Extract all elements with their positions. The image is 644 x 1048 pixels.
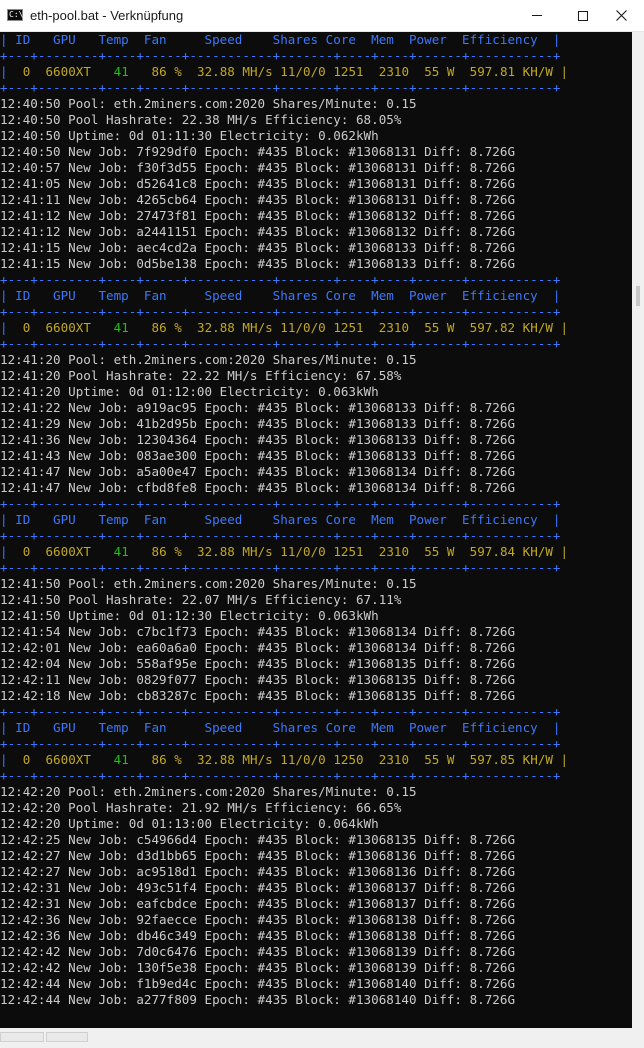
vertical-scrollbar[interactable] [632, 32, 644, 1028]
log-line: 12:41:47 New Job: a5a00e47 Epoch: #435 B… [0, 464, 516, 479]
close-icon [615, 10, 627, 21]
cmd-icon: C:\ [7, 9, 24, 21]
log-line: 12:40:50 Pool: eth.2miners.com:2020 Shar… [0, 96, 417, 111]
table-header-row: | ID GPU Temp Fan Speed Shares Core Mem … [0, 32, 561, 47]
log-line: 12:42:42 New Job: 7d0c6476 Epoch: #435 B… [0, 944, 516, 959]
table-separator: +---+--------+----+-----+-----------+---… [0, 560, 561, 575]
scroll-segment-left [0, 1032, 44, 1042]
table-separator: +---+--------+----+-----+-----------+---… [0, 496, 561, 511]
table-separator: +---+--------+----+-----+-----------+---… [0, 704, 561, 719]
log-line: 12:40:50 New Job: 7f929df0 Epoch: #435 B… [0, 144, 516, 159]
log-line: 12:41:12 New Job: a2441151 Epoch: #435 B… [0, 224, 516, 239]
gpu-name: 6600XT [45, 544, 91, 559]
table-separator: +---+--------+----+-----+-----------+---… [0, 48, 561, 63]
log-line: 12:41:15 New Job: aec4cd2a Epoch: #435 B… [0, 240, 516, 255]
scroll-segment-right [46, 1032, 88, 1042]
log-line: 12:41:05 New Job: d52641c8 Epoch: #435 B… [0, 176, 516, 191]
log-line: 12:42:44 New Job: f1b9ed4c Epoch: #435 B… [0, 976, 516, 991]
log-line: 12:42:44 New Job: a277f809 Epoch: #435 B… [0, 992, 516, 1007]
gpu-stats-row: | 0 6600XT 41 86 % 32.88 MH/s 11/0/0 125… [0, 544, 569, 559]
gpu-stats: 86 % 32.88 MH/s 11/0/0 1251 2310 55 W 59… [151, 64, 569, 79]
log-line: 12:41:29 New Job: 41b2d95b Epoch: #435 B… [0, 416, 516, 431]
table-header-row: | ID GPU Temp Fan Speed Shares Core Mem … [0, 512, 561, 527]
log-line: 12:42:20 Pool: eth.2miners.com:2020 Shar… [0, 784, 417, 799]
gpu-stats-row: | 0 6600XT 41 86 % 32.88 MH/s 11/0/0 125… [0, 64, 569, 79]
console-output[interactable]: | ID GPU Temp Fan Speed Shares Core Mem … [0, 32, 632, 1028]
log-line: 12:42:18 New Job: cb83287c Epoch: #435 B… [0, 688, 516, 703]
gpu-temp: 41 [113, 752, 129, 767]
log-line: 12:42:25 New Job: c54966d4 Epoch: #435 B… [0, 832, 516, 847]
log-line: 12:41:50 Uptime: 0d 01:12:30 Electricity… [0, 608, 379, 623]
gpu-temp: 41 [113, 320, 129, 335]
minimize-button[interactable] [514, 0, 560, 31]
table-separator: +---+--------+----+-----+-----------+---… [0, 768, 561, 783]
log-line: 12:41:12 New Job: 27473f81 Epoch: #435 B… [0, 208, 516, 223]
window-title: eth-pool.bat - Verknüpfung [30, 8, 184, 23]
log-line: 12:41:20 Pool Hashrate: 22.22 MH/s Effic… [0, 368, 402, 383]
table-header-row: | ID GPU Temp Fan Speed Shares Core Mem … [0, 720, 561, 735]
gpu-stats: 86 % 32.88 MH/s 11/0/0 1250 2310 55 W 59… [151, 752, 569, 767]
table-separator: +---+--------+----+-----+-----------+---… [0, 528, 561, 543]
log-line: 12:41:50 Pool Hashrate: 22.07 MH/s Effic… [0, 592, 402, 607]
log-line: 12:42:27 New Job: ac9518d1 Epoch: #435 B… [0, 864, 516, 879]
log-line: 12:42:31 New Job: 493c51f4 Epoch: #435 B… [0, 880, 516, 895]
gpu-stats: 86 % 32.88 MH/s 11/0/0 1251 2310 55 W 59… [151, 544, 569, 559]
gpu-stats-row: | 0 6600XT 41 86 % 32.88 MH/s 11/0/0 125… [0, 752, 569, 767]
gpu-name: 6600XT [45, 64, 91, 79]
log-line: 12:42:01 New Job: ea60a6a0 Epoch: #435 B… [0, 640, 516, 655]
log-line: 12:42:36 New Job: 92faecce Epoch: #435 B… [0, 912, 516, 927]
gpu-temp: 41 [113, 544, 129, 559]
gpu-temp: 41 [113, 64, 129, 79]
minimize-icon [532, 15, 542, 16]
log-line: 12:41:15 New Job: 0d5be138 Epoch: #435 B… [0, 256, 516, 271]
table-separator: +---+--------+----+-----+-----------+---… [0, 336, 561, 351]
title-bar[interactable]: C:\ eth-pool.bat - Verknüpfung [0, 0, 644, 32]
log-line: 12:40:57 New Job: f30f3d55 Epoch: #435 B… [0, 160, 516, 175]
gpu-name: 6600XT [45, 752, 91, 767]
scrollbar-thumb[interactable] [636, 286, 640, 306]
log-line: 12:42:20 Pool Hashrate: 21.92 MH/s Effic… [0, 800, 402, 815]
maximize-icon [578, 10, 588, 21]
log-line: 12:41:20 Uptime: 0d 01:12:00 Electricity… [0, 384, 379, 399]
log-line: 12:42:04 New Job: 558af95e Epoch: #435 B… [0, 656, 516, 671]
log-line: 12:42:11 New Job: 0829f077 Epoch: #435 B… [0, 672, 516, 687]
log-line: 12:41:22 New Job: a919ac95 Epoch: #435 B… [0, 400, 516, 415]
log-line: 12:40:50 Pool Hashrate: 22.38 MH/s Effic… [0, 112, 402, 127]
horizontal-scrollbar[interactable] [0, 1028, 644, 1048]
gpu-stats: 86 % 32.88 MH/s 11/0/0 1251 2310 55 W 59… [151, 320, 569, 335]
log-line: 12:42:27 New Job: d3d1bb65 Epoch: #435 B… [0, 848, 516, 863]
log-line: 12:42:42 New Job: 130f5e38 Epoch: #435 B… [0, 960, 516, 975]
console-lines: | ID GPU Temp Fan Speed Shares Core Mem … [0, 32, 568, 1008]
log-line: 12:41:36 New Job: 12304364 Epoch: #435 B… [0, 432, 516, 447]
table-separator: +---+--------+----+-----+-----------+---… [0, 304, 561, 319]
table-separator: +---+--------+----+-----+-----------+---… [0, 272, 561, 287]
close-button[interactable] [598, 0, 644, 31]
table-header-row: | ID GPU Temp Fan Speed Shares Core Mem … [0, 288, 561, 303]
console-window: C:\ eth-pool.bat - Verknüpfung | ID GPU … [0, 0, 644, 1048]
log-line: 12:41:50 Pool: eth.2miners.com:2020 Shar… [0, 576, 417, 591]
log-line: 12:41:20 Pool: eth.2miners.com:2020 Shar… [0, 352, 417, 367]
table-separator: +---+--------+----+-----+-----------+---… [0, 736, 561, 751]
log-line: 12:42:31 New Job: eafcbdce Epoch: #435 B… [0, 896, 516, 911]
gpu-name: 6600XT [45, 320, 91, 335]
log-line: 12:41:43 New Job: 083ae300 Epoch: #435 B… [0, 448, 516, 463]
gpu-stats-row: | 0 6600XT 41 86 % 32.88 MH/s 11/0/0 125… [0, 320, 569, 335]
table-separator: +---+--------+----+-----+-----------+---… [0, 80, 561, 95]
log-line: 12:42:36 New Job: db46c349 Epoch: #435 B… [0, 928, 516, 943]
log-line: 12:41:11 New Job: 4265cb64 Epoch: #435 B… [0, 192, 516, 207]
log-line: 12:42:20 Uptime: 0d 01:13:00 Electricity… [0, 816, 379, 831]
log-line: 12:41:47 New Job: cfbd8fe8 Epoch: #435 B… [0, 480, 516, 495]
log-line: 12:40:50 Uptime: 0d 01:11:30 Electricity… [0, 128, 379, 143]
log-line: 12:41:54 New Job: c7bc1f73 Epoch: #435 B… [0, 624, 516, 639]
